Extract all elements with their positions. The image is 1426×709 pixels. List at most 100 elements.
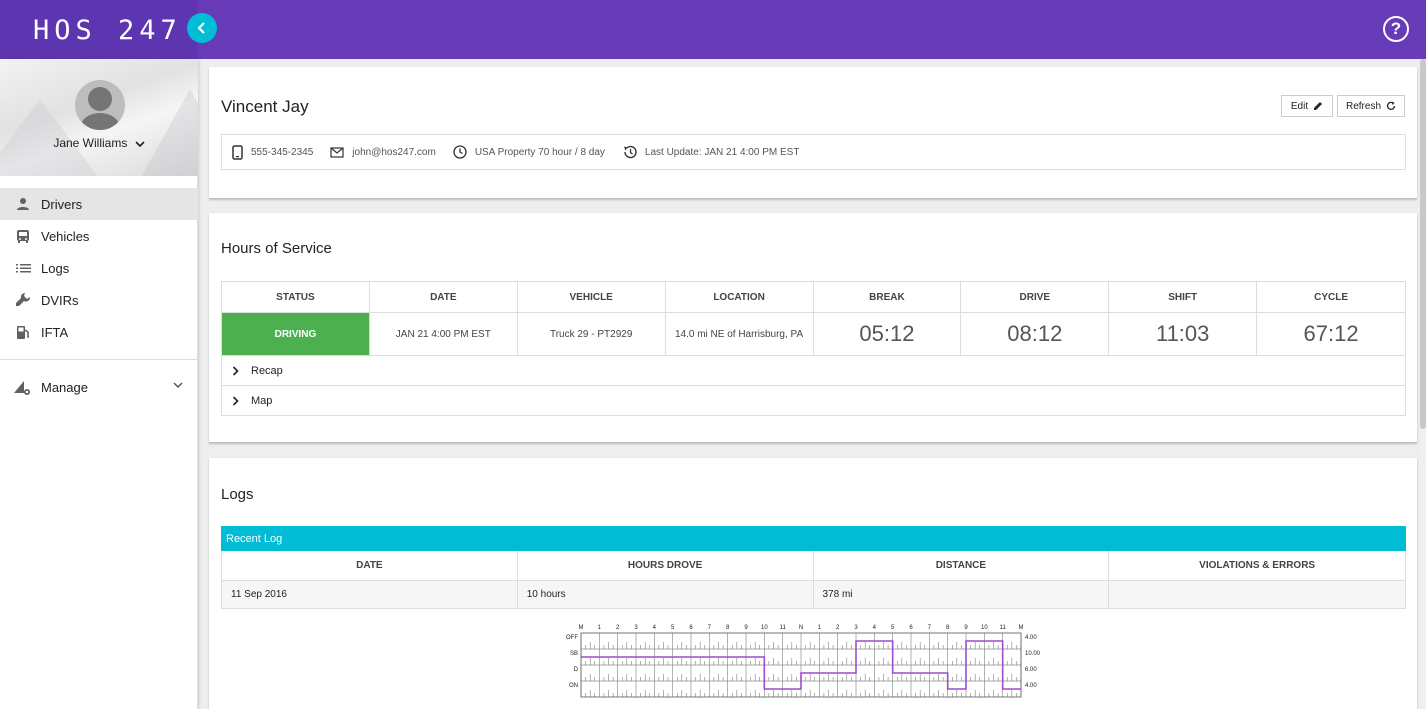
graph-hour-label: 3 bbox=[854, 625, 858, 631]
graph-hour-label: 2 bbox=[616, 625, 620, 631]
graph-hour-label: 7 bbox=[928, 625, 932, 631]
hos-header-date: DATE bbox=[370, 282, 518, 312]
user-menu[interactable]: Jane Williams bbox=[0, 136, 198, 150]
scrollbar[interactable] bbox=[1420, 59, 1426, 709]
recap-label: Recap bbox=[251, 364, 283, 377]
scrollbar-thumb[interactable] bbox=[1420, 59, 1426, 429]
graph-hour-label: 4 bbox=[653, 625, 657, 631]
graph-hour-label: 1 bbox=[818, 625, 822, 631]
graph-hour-label: 3 bbox=[634, 625, 638, 631]
fuel-icon bbox=[14, 323, 32, 341]
phone-number: 555-345-2345 bbox=[251, 146, 314, 158]
graph-hour-label: 9 bbox=[964, 625, 968, 631]
log-header-hours: HOURS DROVE bbox=[517, 551, 814, 581]
driver-name: Vincent Jay bbox=[221, 97, 309, 116]
log-hours: 10 hours bbox=[517, 581, 814, 609]
sidebar-nav: Drivers Vehicles Logs DVIRs IFTA bbox=[0, 188, 198, 348]
map-expander[interactable]: Map bbox=[222, 385, 1405, 415]
person-icon bbox=[14, 195, 32, 213]
log-distance: 378 mi bbox=[813, 581, 1110, 609]
sidebar-item-drivers[interactable]: Drivers bbox=[0, 188, 198, 220]
graph-row-label: OFF bbox=[566, 635, 578, 641]
graph-hour-label: 10 bbox=[761, 625, 768, 631]
graph-row-label: SB bbox=[570, 651, 578, 657]
history-icon bbox=[623, 145, 637, 159]
sidebar-item-logs[interactable]: Logs bbox=[0, 252, 198, 284]
help-button[interactable]: ? bbox=[1383, 16, 1409, 42]
graph-hour-label: 7 bbox=[708, 625, 712, 631]
log-graph: M 1 2 3 4 5 6 7 8 9 10 11 N 1 2 3 4 5 6 7 8 9 10 11 MOFFSBDON4.0… bbox=[566, 625, 1041, 698]
hos-values-row: DRIVING JAN 21 4:00 PM EST Truck 29 - PT… bbox=[222, 312, 1405, 355]
driver-info-bar: 555-345-2345 john@hos247.com USA Propert… bbox=[221, 134, 1406, 170]
app-logo[interactable]: HOS 247 bbox=[33, 15, 182, 46]
collapse-sidebar-button[interactable] bbox=[187, 13, 217, 43]
drive-timer: 08:12 bbox=[961, 312, 1110, 355]
recent-log: Recent Log DATE HOURS DROVE DISTANCE VIO… bbox=[221, 526, 1406, 609]
graph-hour-label: 6 bbox=[689, 625, 693, 631]
graph-hour-label: N bbox=[799, 625, 803, 631]
graph-hour-label: 8 bbox=[946, 625, 950, 631]
sidebar-item-vehicles[interactable]: Vehicles bbox=[0, 220, 198, 252]
graph-row-label: D bbox=[574, 667, 579, 673]
sidebar-item-label: Manage bbox=[41, 379, 88, 395]
graph-hour-label: M bbox=[579, 625, 584, 631]
driver-panel: Vincent Jay Edit Refresh 555-345-2345 jo… bbox=[209, 67, 1417, 199]
sidebar-item-ifta[interactable]: IFTA bbox=[0, 316, 198, 348]
map-label: Map bbox=[251, 394, 273, 407]
table-row[interactable]: 11 Sep 2016 10 hours 378 mi bbox=[221, 581, 1406, 609]
profile-card: Jane Williams bbox=[0, 59, 198, 176]
phone-info: 555-345-2345 bbox=[232, 144, 314, 160]
graph-hour-label: 8 bbox=[726, 625, 730, 631]
logs-title: Logs bbox=[221, 486, 254, 503]
log-header-distance: DISTANCE bbox=[813, 551, 1110, 581]
sidebar-item-label: Drivers bbox=[41, 196, 83, 212]
hos-header-location: LOCATION bbox=[666, 282, 814, 312]
log-header-date: DATE bbox=[222, 551, 518, 581]
brand-area: HOS 247 bbox=[0, 0, 198, 59]
refresh-icon bbox=[1386, 101, 1396, 110]
hos-location: 14.0 mi NE of Harrisburg, PA bbox=[665, 312, 814, 355]
email-info: john@hos247.com bbox=[330, 147, 436, 158]
chevron-down-icon bbox=[173, 382, 183, 389]
hos-header-vehicle: VEHICLE bbox=[518, 282, 666, 312]
graph-hour-label: 2 bbox=[836, 625, 840, 631]
hos-header-drive: DRIVE bbox=[961, 282, 1110, 312]
hos-header-status: STATUS bbox=[222, 282, 370, 312]
logs-panel: Logs Recent Log DATE HOURS DROVE DISTANC… bbox=[209, 458, 1417, 709]
log-header-violations: VIOLATIONS & ERRORS bbox=[1109, 551, 1405, 581]
refresh-button[interactable]: Refresh bbox=[1337, 95, 1405, 117]
graph-hour-label: 11 bbox=[1000, 625, 1007, 631]
hos-table: STATUS DATE VEHICLE LOCATION BREAK DRIVE… bbox=[221, 281, 1406, 416]
graph-hour-label: 4 bbox=[873, 625, 877, 631]
status-badge: DRIVING bbox=[222, 312, 370, 355]
list-icon bbox=[14, 259, 32, 277]
cycle-timer: 67:12 bbox=[1257, 312, 1405, 355]
graph-hour-label: M bbox=[1019, 625, 1024, 631]
last-update-info: Last Update: JAN 21 4:00 PM EST bbox=[622, 145, 800, 159]
user-name: Jane Williams bbox=[53, 136, 128, 150]
hos-header-cycle: CYCLE bbox=[1314, 291, 1349, 303]
break-timer: 05:12 bbox=[813, 312, 962, 355]
graph-hour-label: 11 bbox=[780, 625, 787, 631]
avatar bbox=[75, 80, 125, 130]
manage-gear-icon bbox=[12, 377, 32, 397]
sidebar-item-label: Vehicles bbox=[41, 228, 90, 244]
last-update-text: Last Update: JAN 21 4:00 PM EST bbox=[644, 146, 800, 158]
recent-log-bar: Recent Log bbox=[221, 526, 1406, 551]
top-bar: HOS 247 ? bbox=[0, 0, 1426, 59]
log-header-row: DATE HOURS DROVE DISTANCE VIOLATIONS & E… bbox=[221, 551, 1406, 581]
question-icon: ? bbox=[1390, 19, 1402, 38]
refresh-label: Refresh bbox=[1345, 100, 1381, 112]
sidebar-item-dvirs[interactable]: DVIRs bbox=[0, 284, 198, 316]
graph-hour-label: 10 bbox=[981, 625, 988, 631]
edit-button[interactable]: Edit bbox=[1281, 95, 1333, 117]
sidebar-item-label: DVIRs bbox=[41, 292, 79, 308]
graph-hour-label: 5 bbox=[891, 625, 895, 631]
graph-row-total: 6.00 bbox=[1025, 667, 1037, 673]
hos-header-shift: SHIFT bbox=[1109, 282, 1258, 312]
hos-title: Hours of Service bbox=[221, 240, 332, 257]
sidebar-item-manage[interactable]: Manage bbox=[0, 371, 198, 403]
graph-hour-label: 9 bbox=[744, 625, 748, 631]
recap-expander[interactable]: Recap bbox=[222, 355, 1405, 385]
graph-row-total: 10.00 bbox=[1025, 651, 1041, 657]
